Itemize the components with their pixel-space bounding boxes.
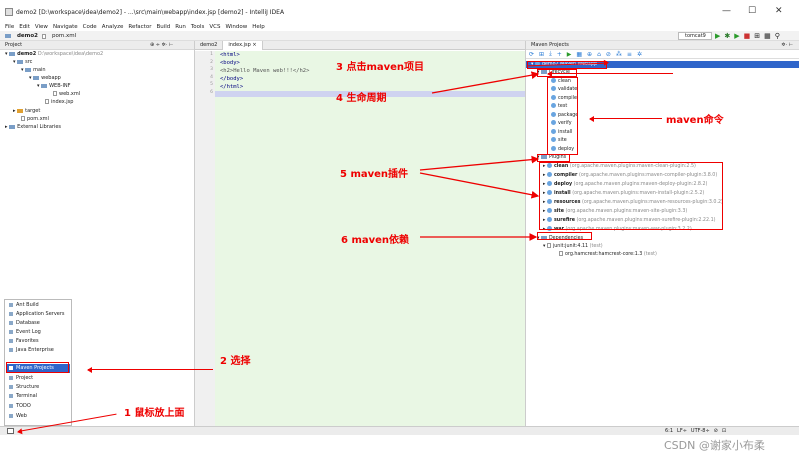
arrow-lifecycle (431, 71, 540, 94)
annotation-arrows (419, 71, 540, 241)
arrow-plugins-a (419, 155, 540, 171)
watermark: CSDN @谢家小布柔 (664, 439, 765, 452)
arrow-plugins-b (419, 172, 540, 199)
